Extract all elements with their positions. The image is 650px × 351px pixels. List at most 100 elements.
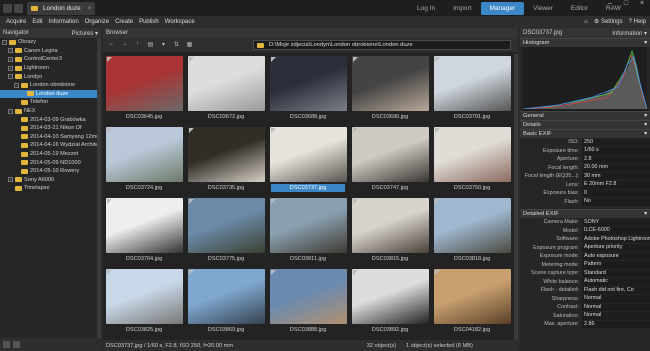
histogram-options-icon[interactable]: ▾ bbox=[644, 40, 647, 46]
thumbnail-item[interactable]: DSC03764.jpg bbox=[103, 196, 185, 267]
information-dropdown[interactable]: Information ▾ bbox=[612, 30, 647, 37]
menu-information[interactable]: Information bbox=[46, 19, 82, 25]
minimize-icon[interactable]: – bbox=[602, 0, 618, 12]
basic-exif-section[interactable]: Basic EXIF ▾ bbox=[520, 129, 650, 138]
menu-workspace[interactable]: Workspace bbox=[162, 19, 198, 25]
menu-organize[interactable]: Organize bbox=[82, 19, 112, 25]
menu-publish[interactable]: Publish bbox=[136, 19, 162, 25]
general-section[interactable]: General ▾ bbox=[520, 111, 650, 120]
folder-icon[interactable] bbox=[14, 3, 23, 13]
folder-tree-item[interactable]: 2014-04-16 Wydział Architekt bbox=[0, 141, 101, 150]
thumbnail-item[interactable]: DSC03818.jpg bbox=[431, 196, 513, 267]
close-window-icon[interactable]: × bbox=[634, 0, 650, 12]
folder-icon bbox=[21, 160, 28, 166]
mode-tab-editor[interactable]: Editor bbox=[562, 2, 597, 15]
thumbnail-item[interactable]: DSC03815.jpg bbox=[349, 196, 431, 267]
status-selected: 1 object(s) selected (6 MB) bbox=[406, 342, 473, 349]
sort-icon[interactable]: ⇅ bbox=[172, 41, 181, 49]
exif-value: Aperture priority bbox=[582, 244, 650, 252]
folder-nav-icon[interactable]: ▤ bbox=[146, 41, 155, 49]
exif-value: Normal bbox=[582, 295, 650, 303]
folder-tree-item[interactable]: London duze bbox=[0, 89, 101, 99]
thumbnail-item[interactable]: DSC03645.jpg bbox=[103, 54, 185, 125]
maximize-icon[interactable]: □ bbox=[618, 0, 634, 12]
expand-toggle-icon[interactable]: + bbox=[8, 48, 13, 54]
back-icon[interactable]: ← bbox=[107, 41, 116, 49]
exif-row: Exposure time: 1/60 s bbox=[520, 147, 650, 156]
view-icon[interactable] bbox=[13, 341, 20, 348]
mode-tab-viewer[interactable]: Viewer bbox=[524, 2, 562, 15]
thumbnail-item[interactable]: DSC03747.jpg bbox=[349, 125, 431, 196]
expand-toggle-icon[interactable]: − bbox=[14, 82, 19, 88]
thumbnail-item[interactable]: DSC03724.jpg bbox=[103, 125, 185, 196]
thumbnail-item[interactable]: DSC03735.jpg bbox=[185, 125, 267, 196]
help-button[interactable]: ? Help bbox=[629, 19, 646, 25]
expand-toggle-icon[interactable]: − bbox=[8, 74, 13, 80]
folder-icon bbox=[27, 91, 34, 97]
photo-thumbnail bbox=[434, 269, 511, 324]
home-icon[interactable]: ⌂ bbox=[584, 19, 588, 25]
folder-tree-item[interactable]: 2014-03-09 Grabówka bbox=[0, 115, 101, 124]
exif-value: 1/60 s bbox=[582, 147, 650, 155]
thumbnail-item[interactable]: DSC04182.jpg bbox=[431, 267, 513, 338]
exif-key: Scene capture type: bbox=[531, 270, 579, 277]
folder-tree-item[interactable]: 2014-05-10 Rowery bbox=[0, 167, 101, 176]
folder-tree-item[interactable]: − Londyn bbox=[0, 72, 101, 81]
folder-tree-item[interactable]: Timelapse bbox=[0, 184, 101, 193]
folder-tree-item[interactable]: Telefon bbox=[0, 98, 101, 107]
detailed-exif-section[interactable]: Detailed EXIF ▾ bbox=[520, 209, 650, 218]
folder-tree-item[interactable]: − London obrobione bbox=[0, 81, 101, 90]
thumbnail-filename: DSC03811.jpg bbox=[290, 256, 326, 262]
settings-button[interactable]: ⚙ Settings bbox=[594, 18, 623, 25]
expand-toggle-icon[interactable]: + bbox=[8, 177, 13, 183]
folder-tree-item[interactable]: − NEX bbox=[0, 107, 101, 116]
expand-toggle-icon[interactable]: − bbox=[8, 108, 13, 114]
menu-edit[interactable]: Edit bbox=[29, 19, 45, 25]
view-mode-icon[interactable]: ▦ bbox=[185, 41, 194, 49]
expand-toggle-icon[interactable]: + bbox=[8, 65, 13, 71]
folder-tree-item[interactable]: − Obrazy bbox=[0, 38, 101, 47]
pictures-dropdown[interactable]: Pictures ▾ bbox=[72, 30, 98, 37]
path-field[interactable]: D:\Moje zdjecia\Londyn\London obrobione\… bbox=[253, 40, 511, 50]
thumbnail-item[interactable]: DSC03825.jpg bbox=[103, 267, 185, 338]
browser-scrollbar[interactable] bbox=[514, 54, 518, 340]
add-folder-icon[interactable] bbox=[3, 341, 10, 348]
menu-create[interactable]: Create bbox=[112, 19, 136, 25]
folder-tree-item[interactable]: + Canon Legria bbox=[0, 47, 101, 56]
menu-acquire[interactable]: Acquire bbox=[3, 19, 29, 25]
expand-toggle-icon[interactable]: + bbox=[8, 56, 13, 62]
expand-toggle-icon[interactable]: − bbox=[2, 39, 7, 45]
folder-tree-item[interactable]: 2014-04-10 Samyang 12mm bbox=[0, 133, 101, 142]
close-icon[interactable]: × bbox=[88, 5, 92, 12]
thumbnail-item[interactable]: DSC03701.jpg bbox=[431, 54, 513, 125]
filter-icon[interactable]: ▾ bbox=[159, 41, 168, 49]
thumbnail-item[interactable]: DSC03892.jpg bbox=[349, 267, 431, 338]
folder-tree-item[interactable]: + ControlCenter3 bbox=[0, 55, 101, 64]
photo-thumbnail bbox=[434, 127, 511, 182]
up-icon[interactable]: ↑ bbox=[133, 41, 142, 49]
thumbnail-item[interactable]: DSC03672.jpg bbox=[185, 54, 267, 125]
folder-tree-item[interactable]: 2014-05-19 Mezzet bbox=[0, 150, 101, 159]
mode-tab-manager[interactable]: Manager bbox=[480, 2, 525, 15]
thumbnail-item[interactable]: DSC03690.jpg bbox=[349, 54, 431, 125]
thumbnail-item[interactable]: DSC03775.jpg bbox=[185, 196, 267, 267]
exif-value: E 20mm F2.8 bbox=[582, 181, 650, 189]
thumbnail-item[interactable]: DSC03869.jpg bbox=[185, 267, 267, 338]
folder-tree-item[interactable]: + Sony A6000 bbox=[0, 176, 101, 185]
thumbnail-item[interactable]: DSC03888.jpg bbox=[267, 267, 349, 338]
histogram-section[interactable]: Histogram ▾ bbox=[520, 38, 650, 47]
details-section[interactable]: Details ▾ bbox=[520, 120, 650, 129]
document-tab[interactable]: London duze × bbox=[27, 1, 96, 15]
mode-tab-import[interactable]: Import bbox=[444, 2, 480, 15]
folder-tree-item[interactable]: 2014-03-21 Nikon Df bbox=[0, 124, 101, 133]
mode-tab-log-in[interactable]: Log In bbox=[408, 2, 444, 15]
thumbnail-item[interactable]: DSC03750.jpg bbox=[431, 125, 513, 196]
forward-icon[interactable]: → bbox=[120, 41, 129, 49]
thumbnail-item[interactable]: DSC03811.jpg bbox=[267, 196, 349, 267]
navigator-scrollbar[interactable] bbox=[97, 38, 101, 338]
thumbnail-item[interactable]: DSC03737.jpg bbox=[267, 125, 349, 196]
folder-tree-item[interactable]: 2014-05-09 ND1000 bbox=[0, 158, 101, 167]
app-icon[interactable] bbox=[3, 3, 12, 13]
thumbnail-item[interactable]: DSC03688.jpg bbox=[267, 54, 349, 125]
folder-tree-item[interactable]: + Lightroom bbox=[0, 64, 101, 73]
